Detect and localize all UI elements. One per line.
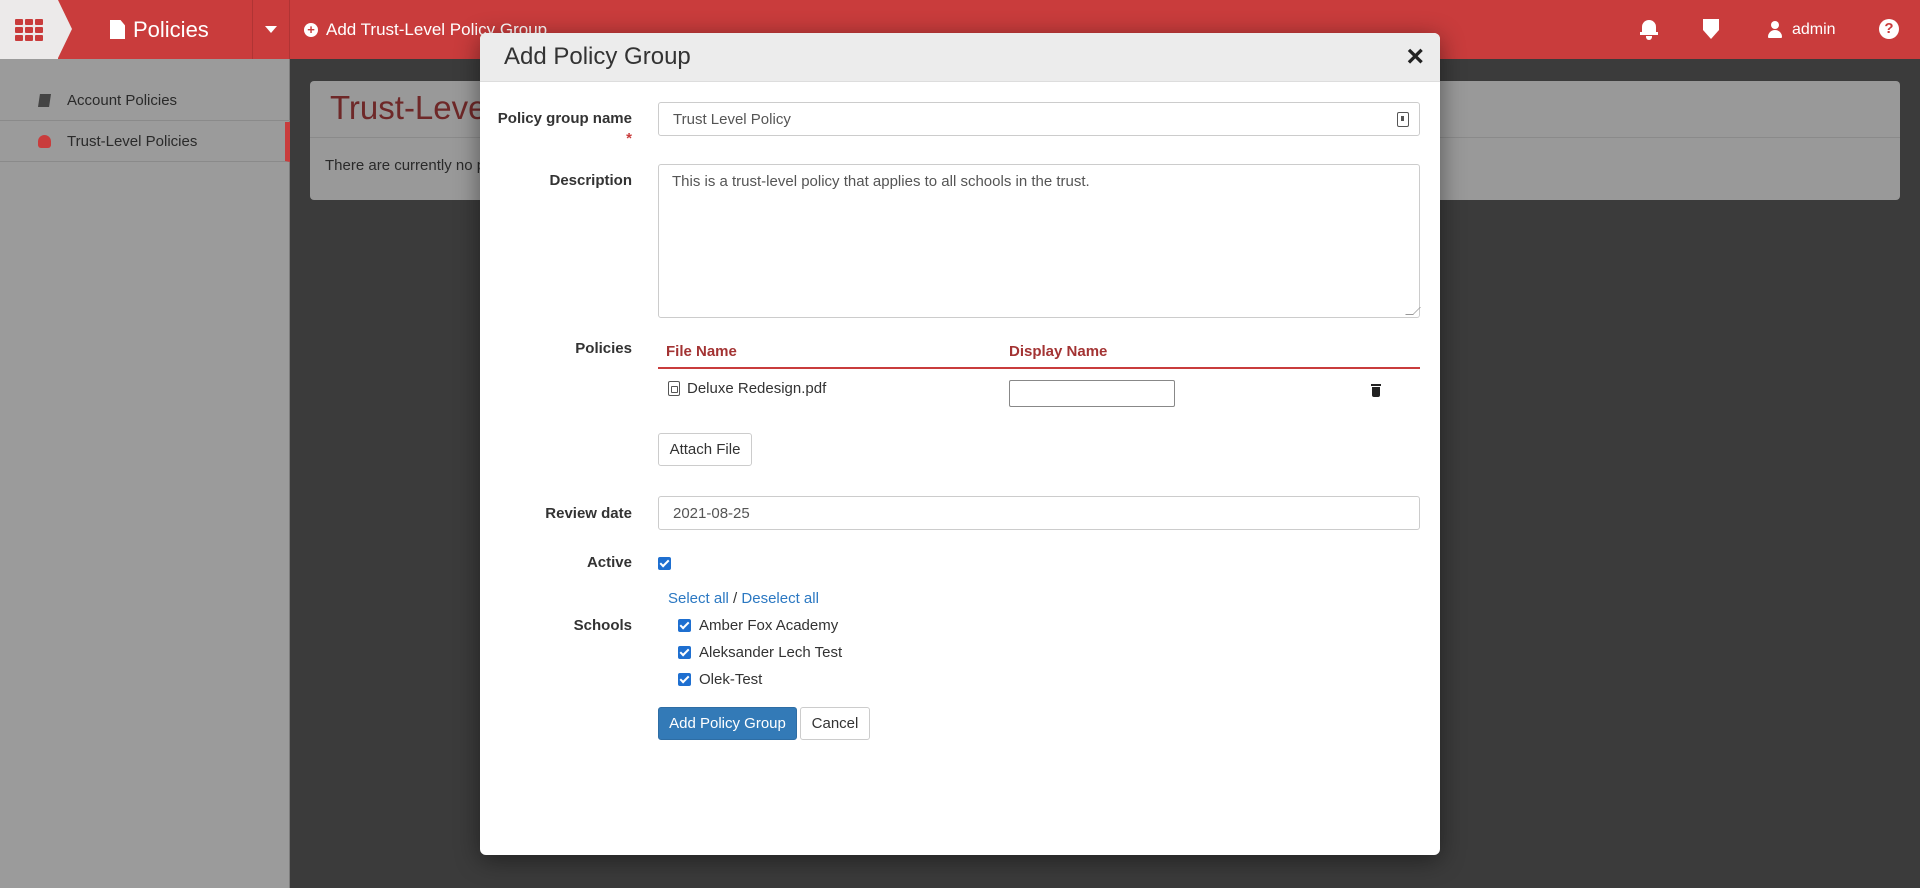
description-textarea[interactable]: This is a trust-level policy that applie… bbox=[658, 164, 1421, 318]
description-label: Description bbox=[549, 172, 632, 189]
review-date-input[interactable]: 2021-08-25 bbox=[658, 496, 1420, 530]
contact-card-icon bbox=[1397, 112, 1409, 127]
user-icon bbox=[1768, 21, 1782, 38]
sidebar-item-label: Account Policies bbox=[67, 92, 178, 109]
shield-icon[interactable] bbox=[1703, 19, 1719, 39]
policies-label: Policies bbox=[575, 340, 632, 357]
module-title-label: Policies bbox=[133, 16, 209, 42]
policy-group-name-value: Trust Level Policy bbox=[673, 110, 791, 128]
display-name-input[interactable] bbox=[1009, 380, 1175, 407]
school-name: Amber Fox Academy bbox=[699, 617, 839, 634]
select-all-link[interactable]: Select all bbox=[668, 590, 729, 607]
users-icon bbox=[38, 135, 51, 148]
trash-icon[interactable] bbox=[1371, 384, 1381, 397]
active-checkbox[interactable] bbox=[658, 557, 671, 570]
school-option[interactable]: Amber Fox Academy bbox=[678, 617, 838, 634]
document-icon bbox=[110, 20, 125, 39]
modal-title: Add Policy Group bbox=[504, 43, 691, 70]
plus-circle-icon: + bbox=[304, 22, 318, 37]
review-date-label: Review date bbox=[545, 505, 632, 522]
school-checkbox[interactable] bbox=[678, 619, 691, 632]
attach-file-button[interactable]: Attach File bbox=[658, 433, 752, 466]
book-icon bbox=[38, 94, 51, 107]
schools-label: Schools bbox=[573, 617, 632, 634]
module-dropdown-toggle[interactable] bbox=[252, 0, 290, 59]
apps-grid-icon bbox=[15, 18, 43, 41]
school-name: Olek-Test bbox=[699, 671, 763, 688]
close-icon[interactable]: × bbox=[1406, 39, 1424, 75]
table-header-divider bbox=[658, 367, 1420, 369]
review-date-value: 2021-08-25 bbox=[673, 504, 750, 522]
deselect-all-link[interactable]: Deselect all bbox=[741, 590, 819, 607]
table-row: Deluxe Redesign.pdf bbox=[668, 380, 826, 397]
apps-arrow-decoration bbox=[58, 0, 72, 58]
active-label: Active bbox=[586, 554, 632, 571]
caret-down-icon bbox=[265, 26, 277, 33]
required-mark: * bbox=[626, 130, 632, 147]
school-checkbox[interactable] bbox=[678, 673, 691, 686]
school-checkbox[interactable] bbox=[678, 646, 691, 659]
cancel-button[interactable]: Cancel bbox=[800, 707, 870, 740]
page-title: Trust-Level bbox=[330, 89, 494, 126]
column-header-display-name: Display Name bbox=[1009, 343, 1108, 360]
help-icon[interactable]: ? bbox=[1879, 19, 1899, 39]
school-name: Aleksander Lech Test bbox=[699, 644, 843, 661]
empty-state-text: There are currently no p bbox=[325, 157, 486, 174]
user-menu[interactable]: admin bbox=[1768, 0, 1836, 59]
sidebar-item-label: Trust-Level Policies bbox=[67, 133, 198, 150]
add-policy-group-modal: Add Policy Group × Policy group name * T… bbox=[480, 33, 1440, 855]
column-header-file-name: File Name bbox=[666, 343, 737, 360]
modal-header: Add Policy Group × bbox=[480, 33, 1440, 82]
resize-handle-icon[interactable] bbox=[1405, 307, 1421, 315]
sidebar: Account Policies Trust-Level Policies bbox=[0, 59, 290, 888]
select-links: Select all / Deselect all bbox=[668, 590, 819, 607]
user-name: admin bbox=[1792, 20, 1836, 38]
apps-menu-button[interactable] bbox=[0, 0, 58, 59]
link-separator: / bbox=[733, 590, 738, 607]
school-option[interactable]: Olek-Test bbox=[678, 671, 762, 688]
add-policy-group-button[interactable]: Add Policy Group bbox=[658, 707, 797, 740]
policy-group-name-input[interactable]: Trust Level Policy bbox=[658, 102, 1420, 136]
policy-group-name-label-text: Policy group name bbox=[497, 110, 632, 127]
description-value: This is a trust-level policy that applie… bbox=[672, 173, 1090, 190]
sidebar-item-trust-level-policies[interactable]: Trust-Level Policies bbox=[0, 122, 290, 162]
pdf-file-icon bbox=[668, 381, 680, 396]
school-option[interactable]: Aleksander Lech Test bbox=[678, 644, 842, 661]
file-name: Deluxe Redesign.pdf bbox=[687, 380, 827, 397]
module-title[interactable]: Policies bbox=[110, 0, 209, 59]
bell-icon[interactable] bbox=[1640, 18, 1658, 40]
sidebar-item-account-policies[interactable]: Account Policies bbox=[0, 81, 290, 121]
policy-group-name-label: Policy group name * bbox=[492, 109, 632, 149]
